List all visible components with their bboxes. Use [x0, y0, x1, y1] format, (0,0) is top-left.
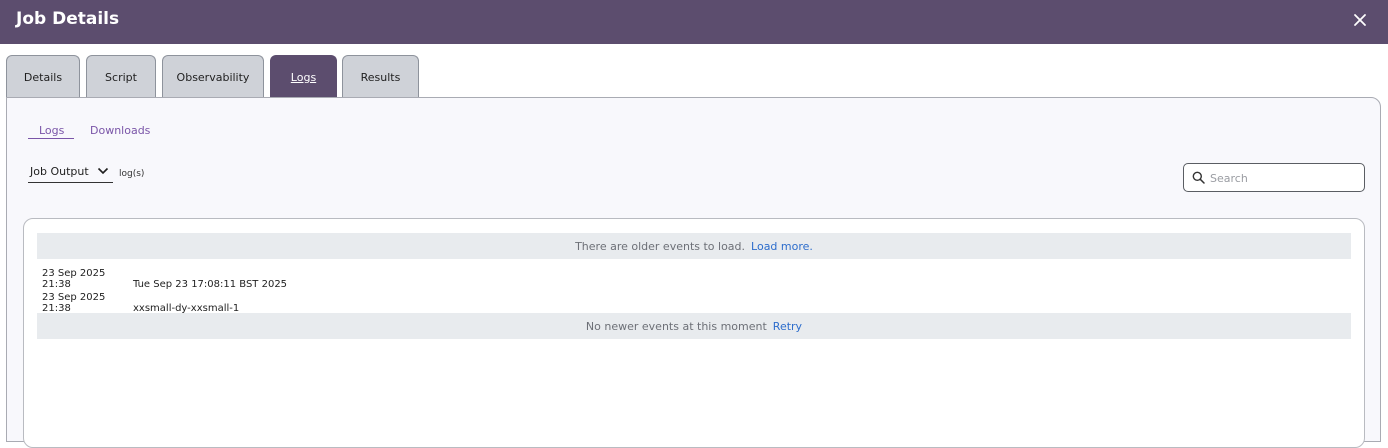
tab-label: Observability — [176, 70, 250, 84]
modal-title: Job Details — [16, 9, 120, 29]
tab-details[interactable]: Details — [6, 55, 80, 98]
tab-label: Script — [105, 70, 137, 84]
search-input[interactable] — [1210, 170, 1358, 186]
search-box[interactable] — [1183, 163, 1365, 192]
older-events-banner: There are older events to load. Load mor… — [37, 233, 1351, 259]
tab-label: Details — [23, 70, 63, 84]
tab-observability[interactable]: Observability — [162, 55, 264, 98]
retry-link[interactable]: Retry — [773, 320, 802, 333]
log-type-select[interactable]: Job Output — [28, 161, 113, 183]
log-count-suffix: log(s) — [119, 169, 145, 179]
subtab-downloads[interactable]: Downloads — [90, 124, 150, 137]
subtab-active-indicator — [28, 138, 74, 139]
log-row: 23 Sep 2025 21:38 xxsmall-dy-xxsmall-1 — [42, 292, 239, 314]
newer-events-text: No newer events at this moment — [585, 319, 767, 333]
log-message: Tue Sep 23 17:08:11 BST 2025 — [133, 279, 288, 290]
search-icon — [1192, 171, 1205, 184]
tab-script[interactable]: Script — [86, 55, 156, 98]
tab-label: Results — [360, 70, 401, 84]
load-more-link[interactable]: Load more. — [751, 240, 813, 253]
log-row: 23 Sep 2025 21:38 Tue Sep 23 17:08:11 BST… — [42, 268, 287, 290]
tab-results[interactable]: Results — [342, 55, 419, 98]
tab-label: Logs — [290, 70, 317, 84]
log-timestamp: 23 Sep 2025 21:38 — [42, 292, 106, 314]
close-button[interactable] — [1348, 8, 1372, 32]
modal-header: Job Details — [0, 0, 1388, 44]
older-events-text: There are older events to load. — [575, 239, 746, 253]
log-type-value: Job Output — [30, 165, 89, 178]
tab-logs[interactable]: Logs — [270, 55, 337, 98]
chevron-down-icon — [97, 167, 109, 175]
close-icon — [1354, 14, 1366, 26]
log-timestamp: 23 Sep 2025 21:38 — [42, 268, 106, 290]
newer-events-banner: No newer events at this moment Retry — [37, 313, 1351, 339]
